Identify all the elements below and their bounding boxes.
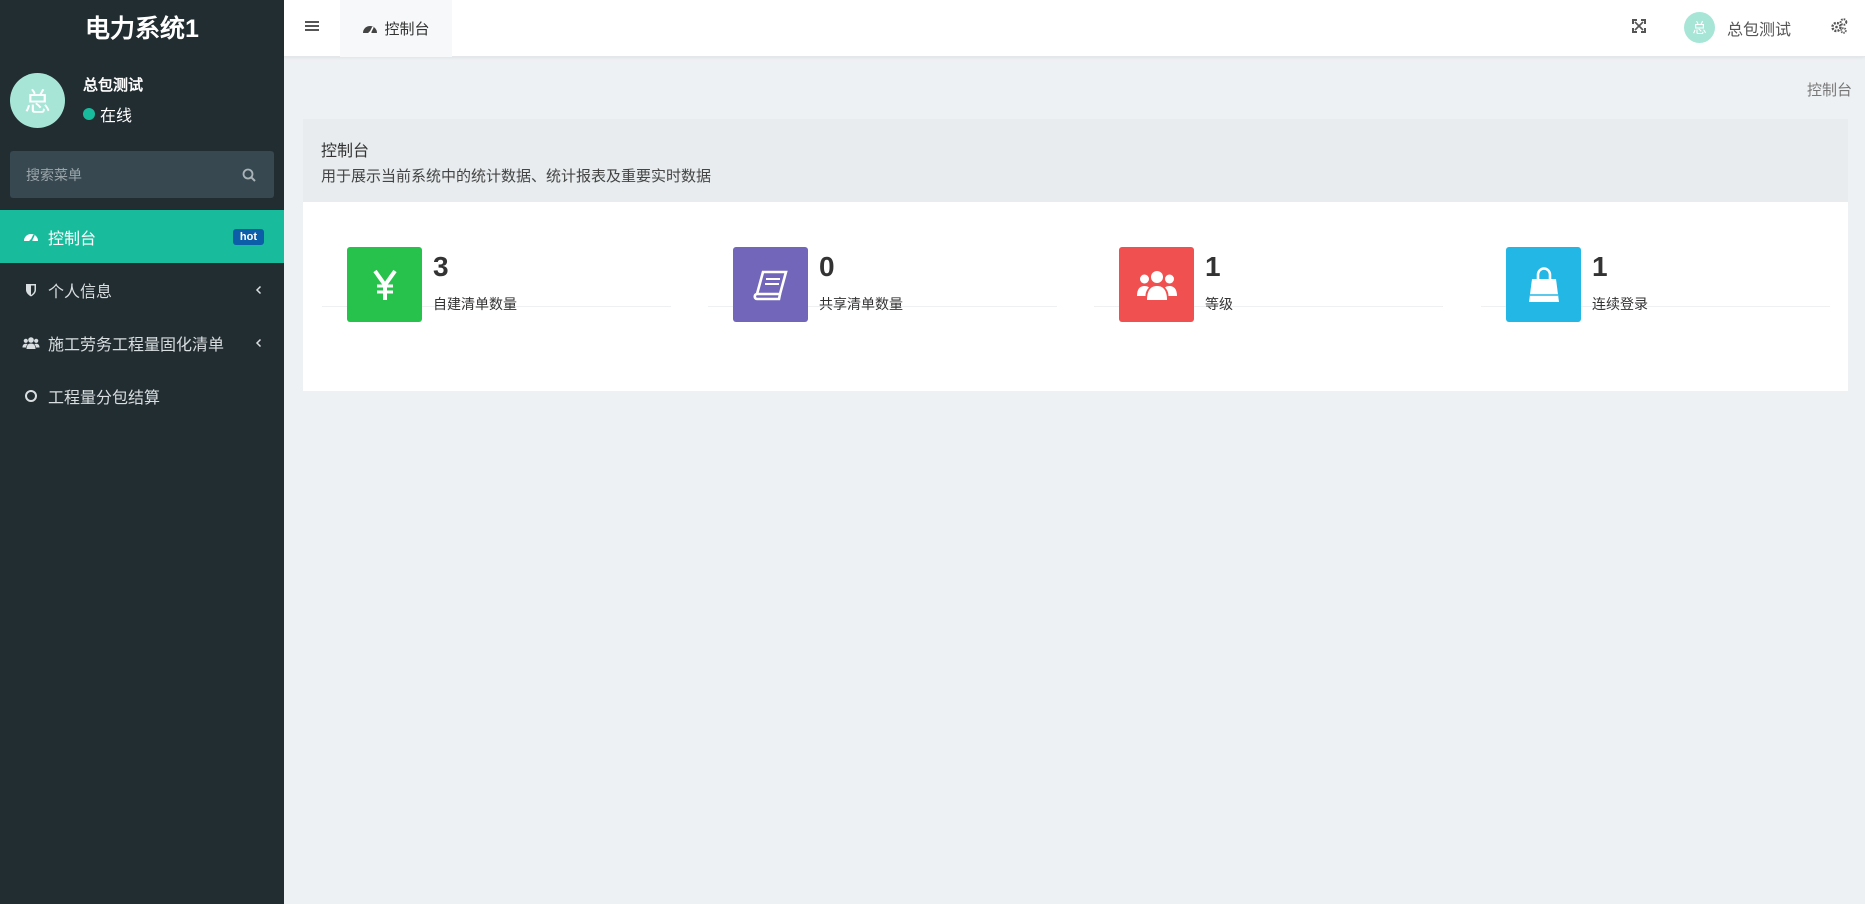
sidebar-item-profile[interactable]: 个人信息 — [0, 263, 284, 316]
avatar: 总 — [1684, 12, 1715, 43]
user-status-label: 在线 — [100, 108, 133, 125]
avatar: 总 — [10, 72, 65, 128]
circle-o-icon — [22, 387, 40, 405]
stat-label: 等级 — [1205, 296, 1233, 312]
sidebar-item-subcontract-settlement[interactable]: 工程量分包结算 — [0, 369, 284, 422]
sidebar-menu: 控制台 hot 个人信息 施工劳务工程量固化清单 工程量分包结算 — [0, 210, 284, 422]
search-input[interactable] — [26, 166, 240, 183]
sidebar-item-label: 工程量分包结算 — [48, 389, 161, 407]
shield-icon — [22, 281, 40, 299]
sidebar-item-label: 施工劳务工程量固化清单 — [48, 336, 225, 354]
chevron-left-icon — [255, 285, 262, 294]
stat-label: 自建清单数量 — [433, 296, 517, 312]
panel-subtitle: 用于展示当前系统中的统计数据、统计报表及重要实时数据 — [321, 168, 712, 185]
tab-label: 控制台 — [384, 21, 430, 38]
dashboard-panel: 控制台 用于展示当前系统中的统计数据、统计报表及重要实时数据 3 自建清单数量 … — [303, 119, 1848, 391]
menu-toggle-icon[interactable] — [304, 18, 320, 34]
sidebar-item-dashboard[interactable]: 控制台 hot — [0, 210, 284, 263]
fullscreen-icon[interactable] — [1631, 18, 1647, 34]
search-icon[interactable] — [240, 166, 258, 184]
online-status-icon — [83, 108, 95, 120]
tab-dashboard[interactable]: 控制台 — [340, 0, 452, 57]
hot-badge: hot — [232, 228, 264, 245]
app-logo-title[interactable]: 电力系统1 — [0, 0, 284, 53]
sidebar-item-labor-list[interactable]: 施工劳务工程量固化清单 — [0, 316, 284, 369]
sidebar-item-label: 控制台 — [48, 230, 97, 248]
header-user-name: 总包测试 — [1727, 21, 1792, 39]
stat-card-shared-lists: 0 共享清单数量 — [708, 221, 1057, 322]
stat-label: 连续登录 — [1592, 296, 1648, 312]
user-status: 在线 — [83, 102, 143, 126]
yen-icon — [347, 247, 422, 322]
stat-card-own-lists: 3 自建清单数量 — [322, 221, 671, 322]
stat-value: 3 — [433, 251, 449, 282]
book-icon — [733, 247, 808, 322]
stat-value: 0 — [819, 251, 835, 282]
panel-heading: 控制台 用于展示当前系统中的统计数据、统计报表及重要实时数据 — [303, 119, 1848, 202]
panel-title: 控制台 — [321, 143, 370, 160]
stat-card-consecutive-login: 1 连续登录 — [1481, 221, 1830, 322]
chevron-left-icon — [255, 338, 262, 347]
stat-value: 1 — [1592, 251, 1608, 282]
sidebar: 电力系统1 总 总包测试 在线 控制台 hot 个人信息 — [0, 0, 284, 904]
user-name: 总包测试 — [83, 77, 144, 94]
stat-value: 1 — [1205, 251, 1221, 282]
users-icon — [22, 334, 40, 352]
top-header: 控制台 总 总包测试 — [284, 0, 1865, 57]
sidebar-item-label: 个人信息 — [48, 283, 113, 301]
gears-icon[interactable] — [1830, 17, 1848, 35]
users-icon — [1119, 247, 1194, 322]
breadcrumb[interactable]: 控制台 — [1807, 79, 1852, 100]
shopping-bag-icon — [1506, 247, 1581, 322]
header-user-menu[interactable]: 总 总包测试 — [1684, 12, 1791, 43]
dashboard-icon — [363, 25, 378, 34]
stat-label: 共享清单数量 — [819, 296, 903, 312]
user-panel: 总 总包测试 在线 — [0, 53, 284, 131]
dashboard-icon — [22, 228, 40, 246]
sidebar-search — [10, 151, 274, 198]
stat-card-level: 1 等级 — [1094, 221, 1443, 322]
